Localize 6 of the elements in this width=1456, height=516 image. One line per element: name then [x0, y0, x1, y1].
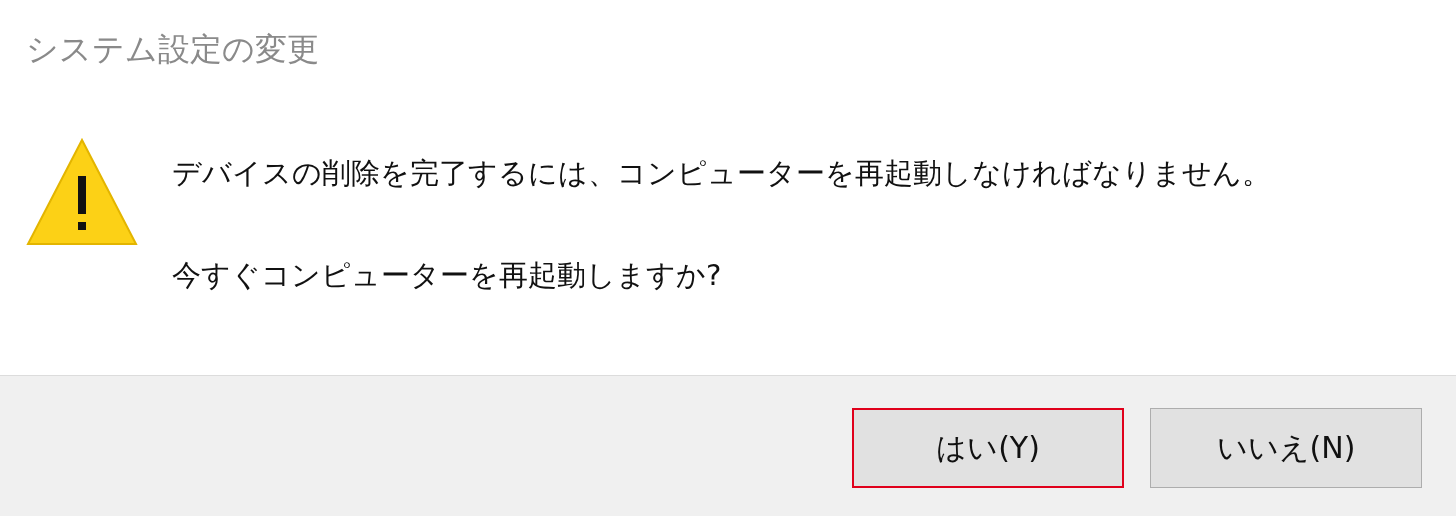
message-text: 今すぐコンピューターを再起動しますか? [172, 257, 723, 294]
warning-icon [26, 136, 138, 248]
window-title: システム設定の変更 [26, 29, 319, 70]
message-text: デバイスの削除を完了するには、コンピューターを再起動しなければなりません。 [172, 155, 1271, 192]
yes-button[interactable]: はい(Y) [852, 408, 1124, 488]
no-button[interactable]: いいえ(N) [1150, 408, 1422, 488]
